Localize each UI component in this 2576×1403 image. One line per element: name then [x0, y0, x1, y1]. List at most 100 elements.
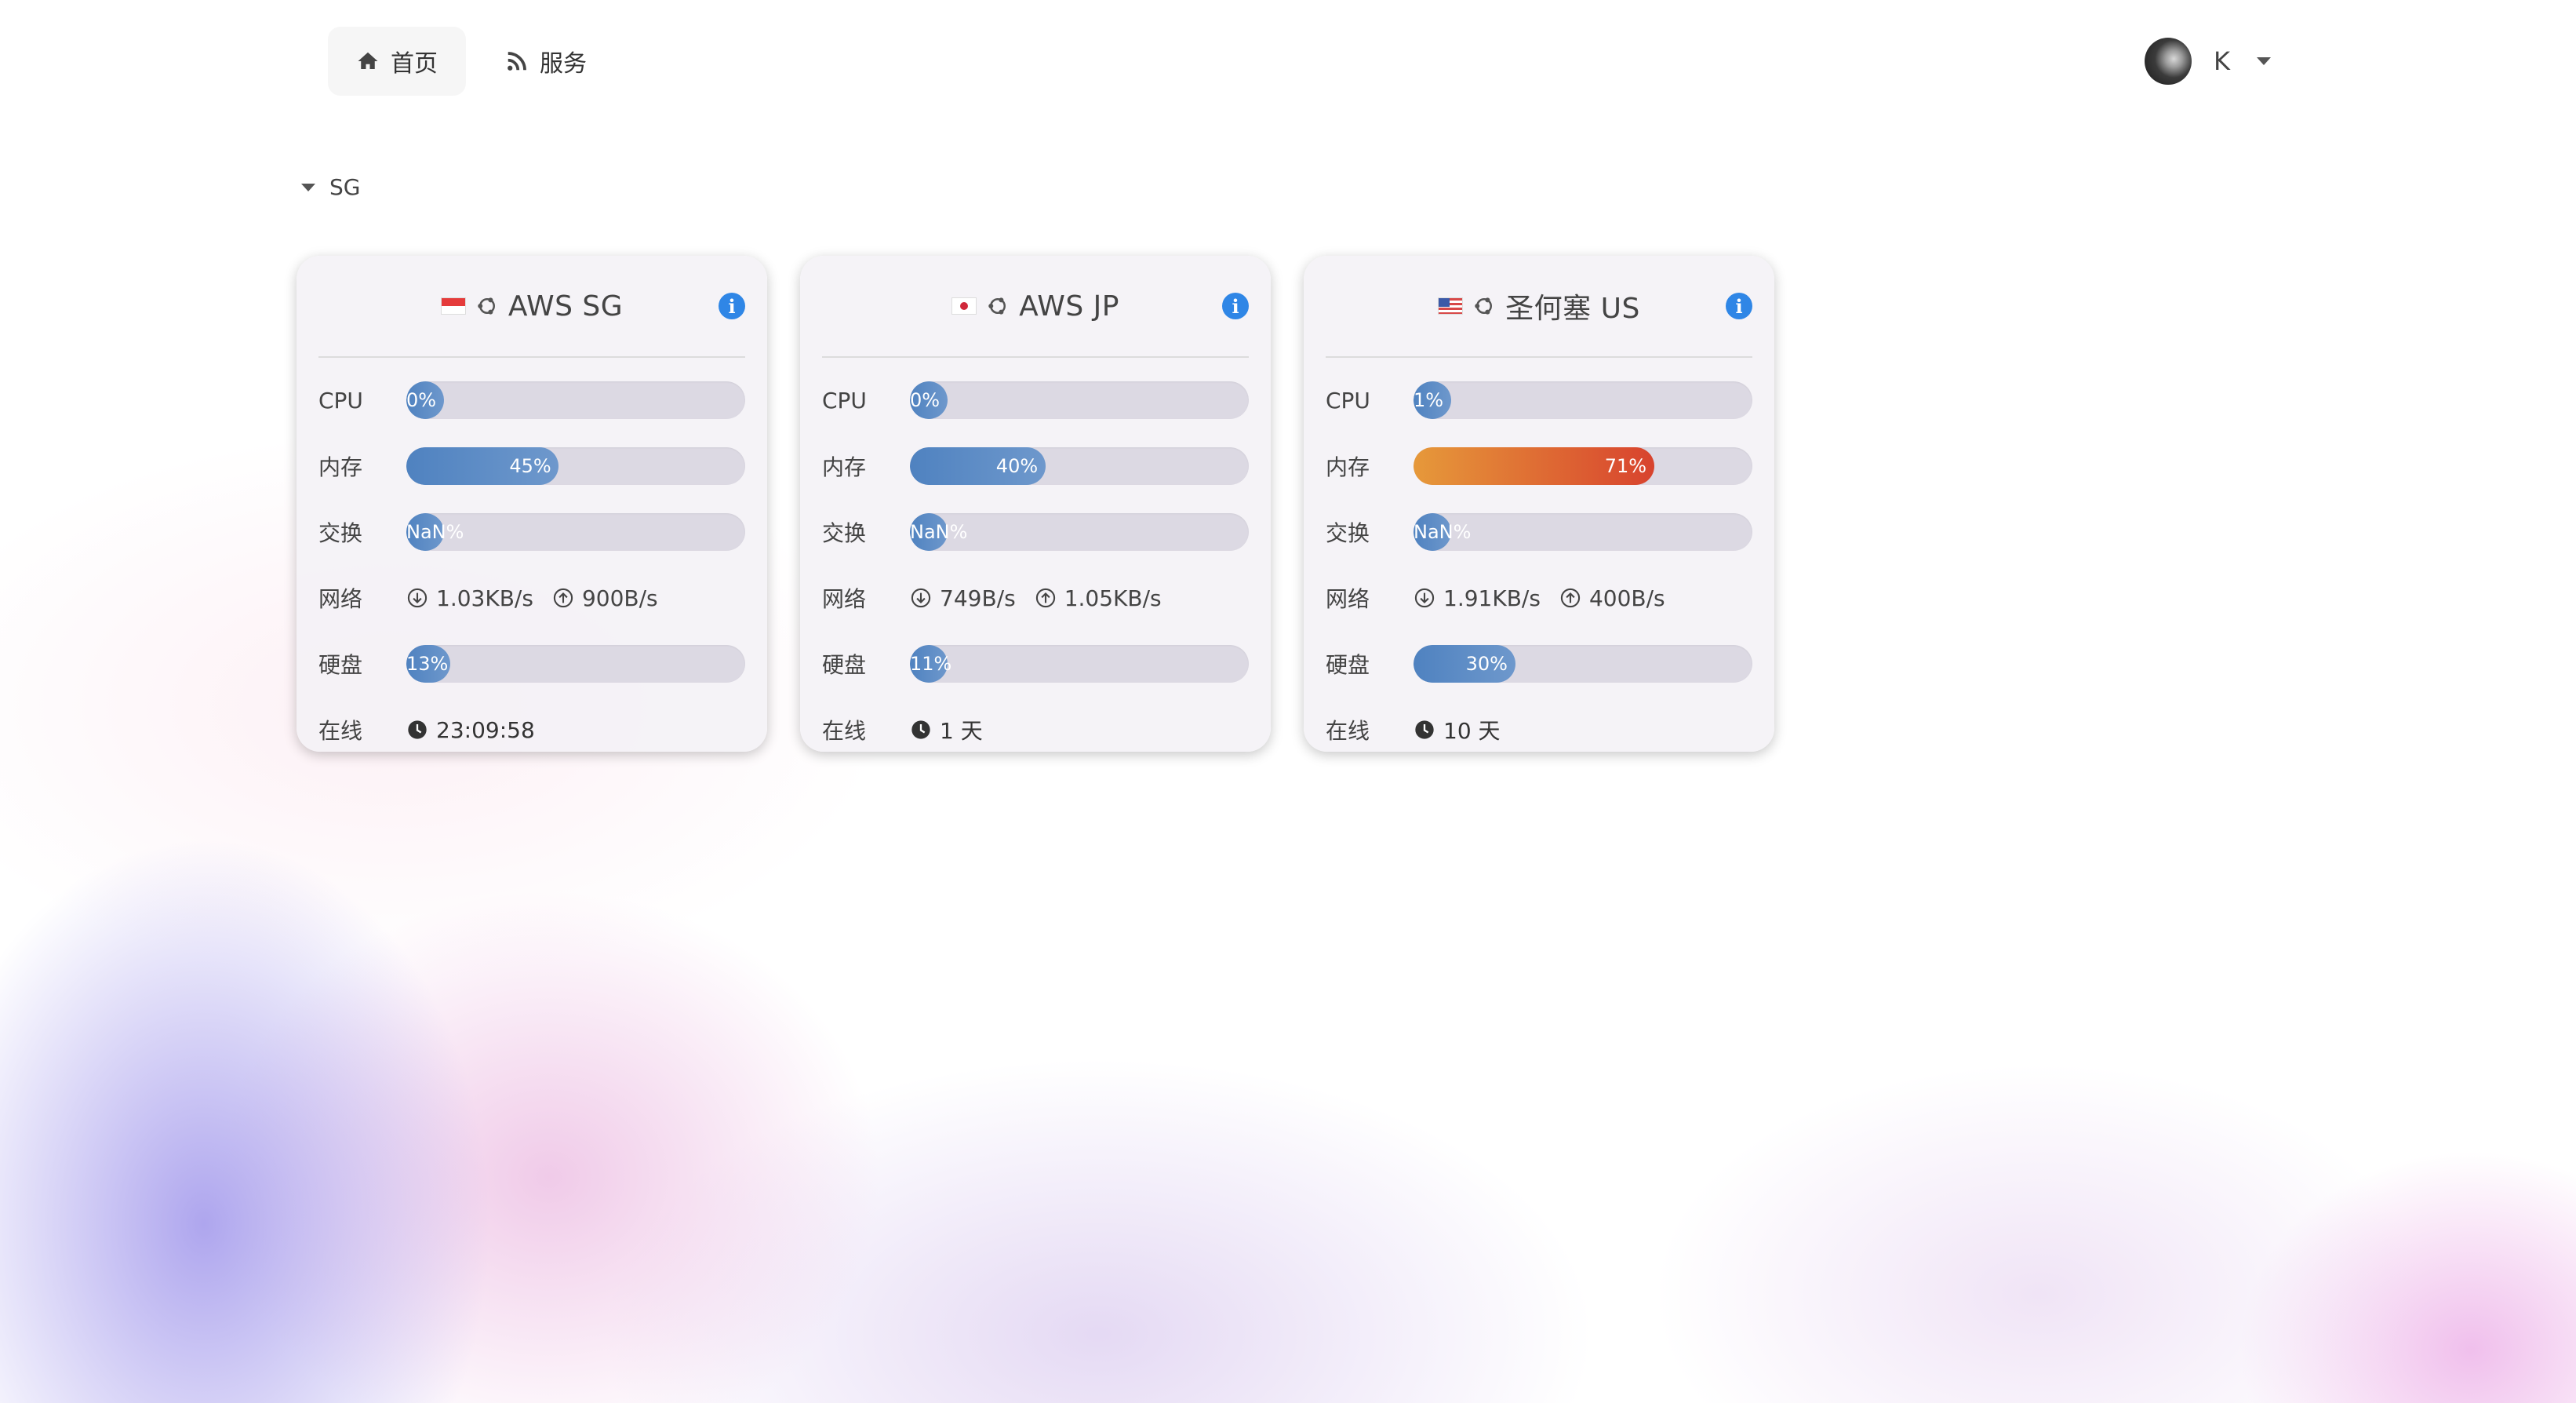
swap-row: 交换 NaN%	[318, 499, 745, 565]
network-row: 网络 1.91KB/s 400B/s	[1326, 565, 1752, 631]
cpu-row: CPU 0%	[318, 367, 745, 433]
server-name: AWS JP	[1019, 290, 1119, 323]
swap-value: NaN%	[406, 521, 464, 543]
uptime-label: 在线	[318, 718, 363, 744]
cpu-label: CPU	[822, 387, 867, 414]
memory-label: 内存	[318, 454, 363, 480]
flag-jp-icon	[951, 297, 977, 315]
uptime-value-wrap: 23:09:58	[406, 717, 535, 743]
server-title: 圣何塞 US	[1438, 286, 1640, 326]
uptime-label: 在线	[1326, 718, 1370, 744]
flag-sg-icon	[440, 297, 466, 315]
memory-bar: 71%	[1414, 447, 1752, 485]
disk-bar: 13%	[406, 645, 745, 683]
disk-value: 13%	[406, 653, 449, 675]
swap-value: NaN%	[1414, 521, 1472, 543]
disk-label: 硬盘	[318, 652, 363, 678]
memory-row: 内存 71%	[1326, 433, 1752, 499]
rss-icon	[508, 52, 526, 71]
top-nav: 首页 服务	[328, 27, 615, 96]
swap-row: 交换 NaN%	[1326, 499, 1752, 565]
swap-bar: NaN%	[910, 513, 1249, 551]
group-name: SG	[329, 174, 361, 200]
disk-label: 硬盘	[1326, 652, 1370, 678]
network-row: 网络 1.03KB/s 900B/s	[318, 565, 745, 631]
cpu-label: CPU	[1326, 387, 1370, 414]
download-icon	[911, 588, 931, 608]
network-stats: 1.91KB/s 400B/s	[1414, 585, 1665, 611]
memory-row: 内存 45%	[318, 433, 745, 499]
card-header: 圣何塞 US i	[1326, 256, 1752, 358]
disk-row: 硬盘 11%	[822, 631, 1249, 697]
network-label: 网络	[1326, 586, 1370, 612]
network-label: 网络	[822, 586, 867, 612]
network-row: 网络 749B/s 1.05KB/s	[822, 565, 1249, 631]
memory-label: 内存	[822, 454, 867, 480]
cpu-value: 0%	[406, 389, 437, 411]
disk-bar: 11%	[910, 645, 1249, 683]
disk-label: 硬盘	[822, 652, 867, 678]
server-name: 圣何塞 US	[1505, 293, 1640, 325]
uptime-value: 1 天	[940, 718, 983, 744]
uptime-row: 在线 23:09:58	[318, 697, 745, 763]
uptime-value: 23:09:58	[436, 716, 535, 743]
server-card: AWS SG i CPU 0% 内存 45% 交换 NaN% 网络 1.03KB…	[297, 256, 767, 752]
memory-bar: 40%	[910, 447, 1249, 485]
disk-row: 硬盘 13%	[318, 631, 745, 697]
uptime-value-wrap: 1 天	[910, 714, 983, 745]
server-card: AWS JP i CPU 0% 内存 40% 交换 NaN% 网络 749B/s…	[800, 256, 1271, 752]
user-name: K	[2214, 46, 2230, 76]
avatar[interactable]	[2145, 38, 2192, 85]
uptime-row: 在线 10 天	[1326, 697, 1752, 763]
caret-down-icon	[301, 183, 315, 191]
swap-label: 交换	[1326, 520, 1370, 546]
cpu-label: CPU	[318, 387, 363, 414]
card-header: AWS JP i	[822, 256, 1249, 358]
uptime-row: 在线 1 天	[822, 697, 1249, 763]
clock-icon	[1415, 720, 1434, 739]
server-card: 圣何塞 US i CPU 1% 内存 71% 交换 NaN% 网络 1.91KB…	[1304, 256, 1774, 752]
chevron-down-icon[interactable]	[2256, 57, 2271, 65]
ubuntu-icon	[478, 297, 495, 315]
cpu-value: 0%	[910, 389, 941, 411]
upload-icon	[1560, 588, 1581, 608]
clock-icon	[408, 720, 427, 739]
cpu-row: CPU 1%	[1326, 367, 1752, 433]
info-icon[interactable]: i	[1726, 293, 1752, 319]
info-icon[interactable]: i	[1222, 293, 1249, 319]
user-menu[interactable]: K	[2145, 38, 2271, 85]
home-icon	[358, 52, 378, 69]
ubuntu-icon	[1475, 297, 1493, 315]
cpu-bar: 0%	[910, 381, 1249, 419]
network-stats: 749B/s 1.05KB/s	[910, 585, 1162, 611]
download-icon	[1414, 588, 1435, 608]
uptime-value-wrap: 10 天	[1414, 714, 1501, 745]
nav-item-home[interactable]: 首页	[328, 27, 466, 96]
memory-value: 45%	[509, 455, 551, 477]
nav-item-services[interactable]: 服务	[477, 27, 615, 96]
download-icon	[407, 588, 428, 608]
net-down: 1.03KB/s	[436, 585, 533, 611]
memory-label: 内存	[1326, 454, 1370, 480]
cpu-value: 1%	[1414, 389, 1444, 411]
nav-item-label: 服务	[540, 50, 587, 78]
group-toggle[interactable]: SG	[301, 174, 360, 200]
info-icon[interactable]: i	[719, 293, 745, 319]
disk-row: 硬盘 30%	[1326, 631, 1752, 697]
memory-value: 40%	[995, 455, 1039, 477]
memory-row: 内存 40%	[822, 433, 1249, 499]
net-down: 749B/s	[940, 585, 1016, 611]
disk-value: 11%	[910, 653, 952, 675]
uptime-label: 在线	[822, 718, 867, 744]
ubuntu-icon	[988, 297, 1006, 315]
memory-value: 71%	[1604, 455, 1647, 477]
net-down: 1.91KB/s	[1443, 585, 1541, 611]
net-up: 1.05KB/s	[1064, 585, 1162, 611]
upload-icon	[1035, 588, 1055, 608]
uptime-value: 10 天	[1443, 718, 1501, 744]
net-up: 900B/s	[581, 585, 658, 611]
swap-value: NaN%	[910, 521, 968, 543]
flag-us-icon	[1438, 297, 1464, 315]
swap-label: 交换	[822, 520, 867, 546]
server-title: AWS JP	[951, 290, 1119, 323]
